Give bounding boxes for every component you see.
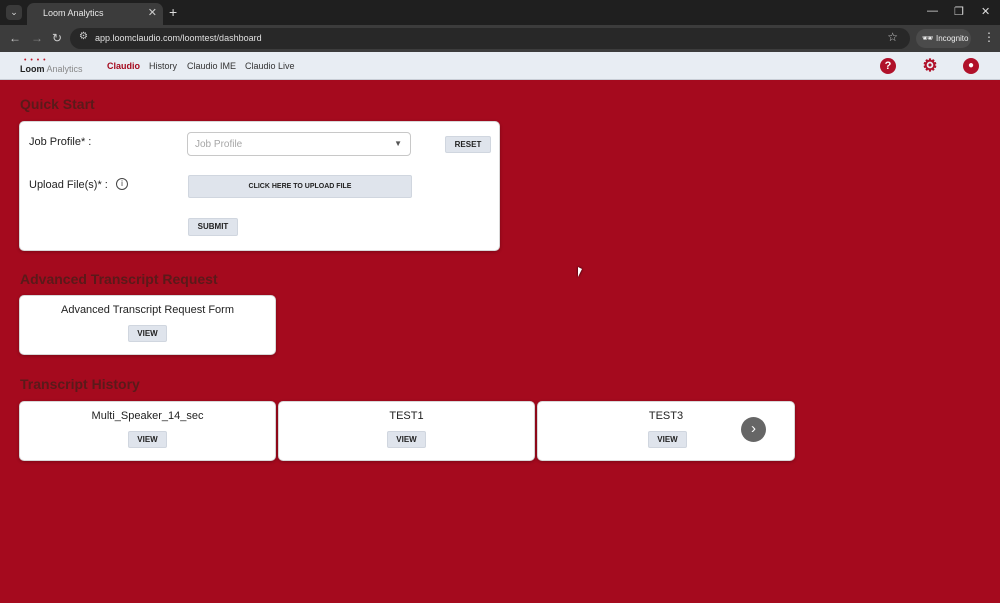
incognito-label: Incognito [936, 34, 969, 43]
upload-file-button[interactable]: CLICK HERE TO UPLOAD FILE [188, 175, 412, 198]
history-next-arrow-icon[interactable]: › [741, 417, 766, 442]
tab-search-icon[interactable]: ⌄ [6, 5, 22, 20]
history-item-name: TEST1 [389, 410, 424, 422]
logo-dots-icon: • • • • [24, 57, 47, 64]
logo-sub: Analytics [44, 64, 83, 74]
minimize-icon[interactable]: — [927, 5, 938, 17]
transcript-history-title: Transcript History [20, 376, 140, 392]
incognito-icon: 🕶 [922, 33, 934, 43]
job-profile-label: Job Profile* : [29, 136, 92, 148]
reset-button[interactable]: RESET [445, 136, 491, 153]
forward-icon[interactable]: → [31, 31, 43, 45]
browser-menu-icon[interactable]: ⋮ [983, 30, 995, 44]
tab-close-icon[interactable]: ✕ [148, 6, 157, 19]
nav-claudio-live[interactable]: Claudio Live [245, 61, 295, 71]
browser-tab[interactable]: Loom Analytics ✕ [27, 3, 163, 25]
advanced-form-title: Advanced Transcript Request Form [60, 304, 235, 316]
tab-title: Loom Analytics [43, 8, 104, 18]
new-tab-icon[interactable]: + [169, 4, 177, 20]
reload-icon[interactable]: ↻ [52, 31, 62, 45]
submit-button[interactable]: SUBMIT [188, 218, 238, 236]
help-icon[interactable]: ? [880, 58, 896, 74]
nav-history[interactable]: History [149, 61, 177, 71]
app-header: • • • • Loom Analytics Claudio History C… [0, 52, 1000, 80]
advanced-view-button[interactable]: VIEW [128, 325, 167, 342]
mouse-cursor-icon [578, 267, 582, 277]
quick-start-title: Quick Start [20, 96, 95, 112]
history-view-button[interactable]: VIEW [648, 431, 687, 448]
url-text[interactable]: app.loomclaudio.com/loomtest/dashboard [95, 33, 262, 43]
info-icon[interactable]: i [116, 178, 128, 190]
job-profile-placeholder: Job Profile [195, 139, 243, 150]
advanced-transcript-title: Advanced Transcript Request [20, 271, 218, 287]
nav-claudio-ime[interactable]: Claudio IME [187, 61, 236, 71]
quick-start-card: Job Profile* : Job Profile ▼ RESET Uploa… [19, 121, 500, 251]
restore-icon[interactable]: ❐ [954, 5, 964, 18]
browser-titlebar: ⌄ Loom Analytics ✕ + — ❐ ✕ [0, 0, 1000, 25]
history-item-name: Multi_Speaker_14_sec [91, 410, 204, 422]
history-view-button[interactable]: VIEW [387, 431, 426, 448]
browser-toolbar: ← → ↻ ⚙ app.loomclaudio.com/loomtest/das… [0, 25, 1000, 52]
logo-brand: Loom [20, 64, 45, 74]
logo-text: Loom Analytics [20, 64, 83, 74]
history-view-button[interactable]: VIEW [128, 431, 167, 448]
history-card: TEST1 VIEW [278, 401, 535, 461]
history-card: Multi_Speaker_14_sec VIEW [19, 401, 276, 461]
chevron-down-icon: ▼ [394, 139, 402, 148]
advanced-transcript-card: Advanced Transcript Request Form VIEW [19, 295, 276, 355]
upload-label: Upload File(s)* : [29, 179, 108, 191]
account-icon[interactable]: ● [963, 58, 979, 74]
site-info-icon[interactable]: ⚙ [79, 31, 88, 42]
incognito-badge[interactable]: 🕶 Incognito [916, 29, 971, 48]
window-close-icon[interactable]: ✕ [981, 5, 990, 18]
loom-logo[interactable]: • • • • Loom Analytics [20, 57, 90, 75]
job-profile-select[interactable]: Job Profile ▼ [187, 132, 411, 156]
address-bar[interactable]: ⚙ app.loomclaudio.com/loomtest/dashboard… [70, 28, 910, 49]
nav-claudio[interactable]: Claudio [107, 61, 140, 71]
bookmark-star-icon[interactable]: ☆ [887, 30, 898, 44]
back-icon[interactable]: ← [9, 31, 21, 45]
settings-gear-icon[interactable]: ⚙ [922, 57, 938, 74]
